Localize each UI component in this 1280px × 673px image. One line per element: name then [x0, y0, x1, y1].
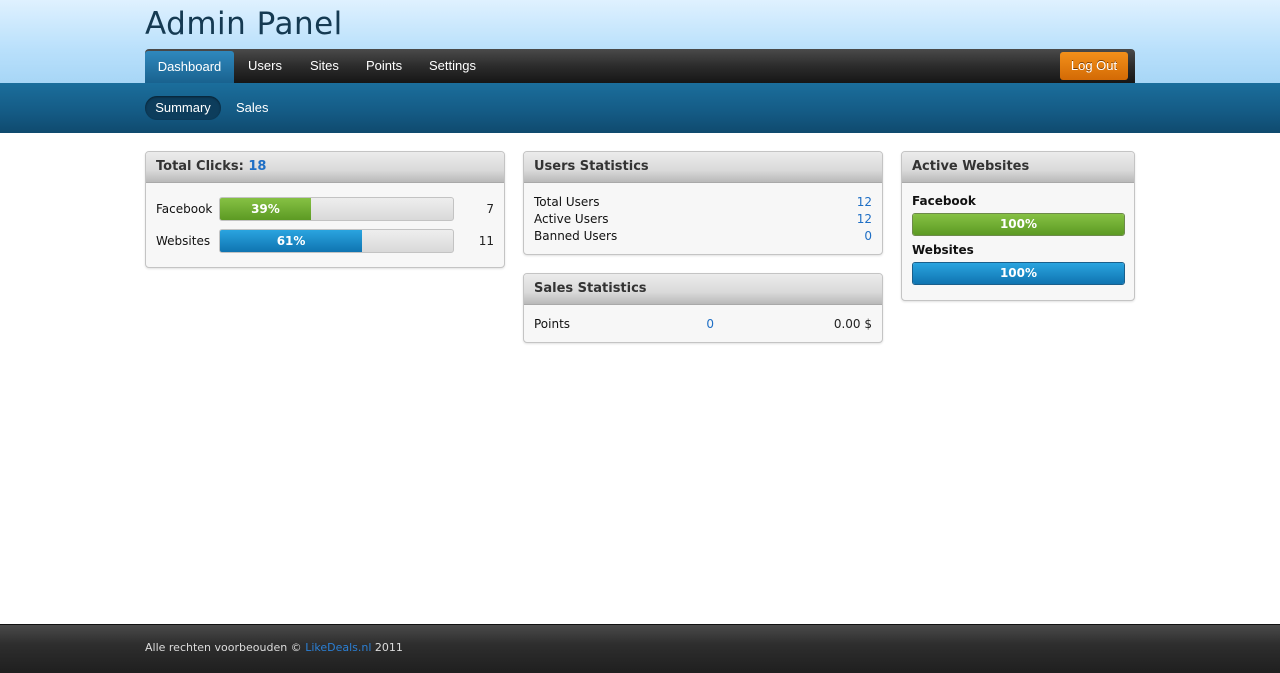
logout-button[interactable]: Log Out [1060, 52, 1128, 80]
clicks-row-label: Facebook [156, 202, 213, 216]
progress-fill: 61% [220, 230, 363, 252]
active-site-label: Websites [912, 243, 974, 257]
stat-label: Banned Users [534, 229, 618, 243]
stat-value[interactable]: 12 [824, 212, 872, 226]
sales-amount: 0.00 $ [833, 317, 872, 331]
stat-label: Active Users [534, 212, 609, 226]
total-clicks-title: Total Clicks: [156, 159, 244, 174]
footer: Alle rechten voorbeouden © LikeDeals.nl … [0, 624, 1280, 673]
progress-fill: 39% [220, 198, 311, 220]
sales-statistics-header: Sales Statistics [524, 274, 882, 305]
clicks-row-count: 11 [478, 234, 494, 248]
sales-label: Points [534, 317, 571, 331]
sales-statistics-panel: Sales Statistics Points 0 0.00 $ [523, 273, 883, 343]
tab-users[interactable]: Users [248, 49, 282, 83]
sales-count[interactable]: 0 [674, 317, 714, 331]
stat-label: Total Users [534, 195, 600, 209]
clicks-row-label: Websites [156, 234, 211, 248]
progress-bar: 61% [219, 229, 454, 253]
progress-fill: 100% [913, 263, 1124, 284]
total-clicks-header: Total Clicks: 18 [146, 152, 504, 183]
main-nav: Dashboard Users Sites Points Settings Lo… [145, 49, 1135, 83]
total-clicks-panel: Total Clicks: 18 Facebook 39% 7 Websites… [145, 151, 505, 268]
footer-link[interactable]: LikeDeals.nl [305, 641, 371, 654]
users-statistics-header: Users Statistics [524, 152, 882, 183]
tab-sites[interactable]: Sites [310, 49, 339, 83]
clicks-row-count: 7 [486, 202, 494, 216]
subtab-summary[interactable]: Summary [145, 96, 221, 120]
users-statistics-panel: Users Statistics Total Users 12 Active U… [523, 151, 883, 255]
active-site-label: Facebook [912, 194, 976, 208]
header: Admin Panel Dashboard Users Sites Points… [0, 0, 1280, 83]
progress-bar: 39% [219, 197, 454, 221]
stat-value[interactable]: 0 [824, 229, 872, 243]
tab-points[interactable]: Points [366, 49, 402, 83]
footer-copyright: Alle rechten voorbeouden © [145, 641, 302, 654]
active-websites-header: Active Websites [902, 152, 1134, 183]
progress-fill: 100% [913, 214, 1124, 235]
tab-dashboard[interactable]: Dashboard [145, 51, 234, 83]
active-site-bar: 100% [912, 262, 1125, 285]
subtab-sales[interactable]: Sales [236, 96, 269, 120]
active-site-bar: 100% [912, 213, 1125, 236]
footer-year: 2011 [374, 641, 403, 654]
sub-nav: Summary Sales [0, 83, 1280, 133]
active-websites-panel: Active Websites Facebook 100% Websites 1… [901, 151, 1135, 301]
footer-text: Alle rechten voorbeouden © LikeDeals.nl … [145, 641, 403, 654]
stat-value[interactable]: 12 [824, 195, 872, 209]
total-clicks-count: 18 [248, 159, 267, 174]
tab-settings[interactable]: Settings [429, 49, 476, 83]
site-title: Admin Panel [145, 6, 343, 42]
